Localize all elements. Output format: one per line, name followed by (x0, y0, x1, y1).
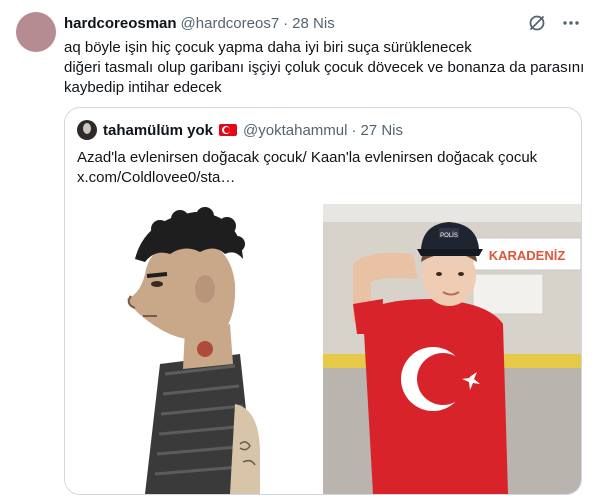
tweet-actions (526, 12, 582, 34)
tweet-date[interactable]: 28 Nis (292, 15, 335, 32)
separator-dot: · (283, 14, 289, 32)
turkish-flag-icon (219, 124, 238, 136)
tweet-text-line: aq böyle işin hiç çocuk yapma daha iyi b… (64, 39, 472, 56)
quoted-author-name[interactable]: tahamülüm yok (103, 122, 213, 139)
tweet-text: aq böyle işin hiç çocuk yapma daha iyi b… (64, 38, 584, 98)
more-icon[interactable] (560, 12, 582, 34)
author-handle[interactable]: @hardcoreos7 (181, 15, 280, 32)
separator-dot: · (351, 121, 357, 139)
grok-icon[interactable] (526, 12, 548, 34)
tweet-text-line: diğeri tasmalı olup garibanı işçiyi çolu… (64, 59, 585, 76)
tweet-text-line: kaybedip intihar edecek (64, 79, 222, 96)
quoted-tweet[interactable]: tahamülüm yok @yoktahammul · 27 Nis Azad… (64, 107, 582, 495)
quoted-tweet-date[interactable]: 27 Nis (360, 122, 403, 139)
quoted-text-line: Azad'la evlenirsen doğacak çocuk/ Kaan'l… (77, 149, 538, 166)
author-name[interactable]: hardcoreosman (64, 15, 177, 32)
media-image-photo[interactable]: KARADENİZ POLİS (323, 204, 581, 494)
quoted-author-handle[interactable]: @yoktahammul (243, 122, 347, 139)
media-grid: KARADENİZ POLİS (65, 204, 581, 494)
author-avatar[interactable] (16, 12, 56, 52)
station-sign-text: KARADENİZ (489, 248, 566, 263)
quoted-tweet-header: tahamülüm yok @yoktahammul · 27 Nis (77, 120, 403, 140)
quoted-tweet-text: Azad'la evlenirsen doğacak çocuk/ Kaan'l… (77, 148, 537, 188)
cap-text: POLİS (440, 232, 458, 239)
tweet-header: hardcoreosman @hardcoreos7 · 28 Nis (64, 13, 335, 33)
quoted-link[interactable]: x.com/Coldlovee0/sta… (77, 168, 537, 188)
media-image-cartoon[interactable] (65, 204, 321, 494)
quoted-author-avatar[interactable] (77, 120, 97, 140)
